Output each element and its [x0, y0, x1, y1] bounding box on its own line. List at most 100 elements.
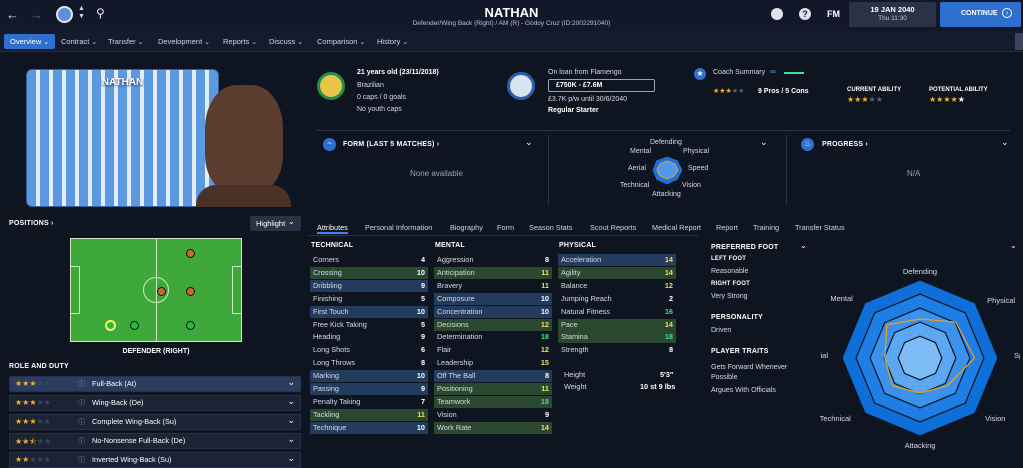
- attribute-row[interactable]: Determination 18: [434, 331, 552, 343]
- loan-text[interactable]: On loan from Flamengo: [548, 69, 622, 76]
- attribute-row[interactable]: Corners 4: [310, 254, 428, 266]
- progress-title[interactable]: PROGRESS ›: [822, 141, 868, 148]
- attribute-row[interactable]: Bravery 11: [434, 280, 552, 292]
- attribute-row[interactable]: Flair 12: [434, 344, 552, 356]
- nav-discuss[interactable]: Discuss: [263, 34, 309, 49]
- nav-overview[interactable]: Overview: [4, 34, 56, 49]
- chevron-down-icon[interactable]: ⌄: [800, 241, 807, 250]
- attribute-row[interactable]: Concentration 10: [434, 305, 552, 318]
- attribute-row[interactable]: Strength 8: [558, 344, 676, 356]
- position-dot-dr[interactable]: [105, 320, 116, 331]
- football-icon[interactable]: [771, 8, 783, 20]
- role-row[interactable]: ★★★★★ ⓘ Complete Wing-Back (Su) ⌄: [9, 414, 301, 430]
- info-icon[interactable]: ⓘ: [78, 436, 85, 446]
- attribute-row[interactable]: Composure 10: [434, 292, 552, 305]
- attribute-name: Aggression: [437, 255, 474, 264]
- info-icon[interactable]: ⓘ: [78, 379, 85, 389]
- attribute-row[interactable]: Work Rate 14: [434, 421, 552, 434]
- coach-summary-title[interactable]: Coach Summary: [713, 69, 765, 76]
- nav-history[interactable]: History: [371, 34, 414, 49]
- attribute-row[interactable]: Natural Fitness 16: [558, 306, 676, 318]
- attribute-name: Teamwork: [437, 396, 471, 406]
- attribute-row[interactable]: Off The Ball 8: [434, 370, 552, 383]
- attribute-row[interactable]: Tackling 11: [310, 408, 428, 421]
- attribute-row[interactable]: Jumping Reach 2: [558, 293, 676, 305]
- position-dot-wbr[interactable]: [157, 287, 166, 296]
- attribute-row[interactable]: Teamwork 18: [434, 395, 552, 408]
- attribute-row[interactable]: Dribbling 9: [310, 279, 428, 292]
- role-row[interactable]: ★★★★★ ⓘ Wing-Back (De) ⌄: [9, 395, 301, 411]
- chevron-down-icon[interactable]: ⌄: [525, 137, 533, 148]
- positions-title[interactable]: POSITIONS ›: [9, 220, 54, 227]
- info-icon[interactable]: ⓘ: [78, 455, 85, 465]
- attribute-row[interactable]: Heading 9: [310, 331, 428, 343]
- nav-comparison[interactable]: Comparison: [311, 34, 371, 49]
- tab-season-stats[interactable]: Season Stats: [529, 222, 572, 234]
- attribute-row[interactable]: Technique 10: [310, 421, 428, 434]
- attribute-value: 11: [417, 409, 425, 419]
- attribute-row[interactable]: Acceleration 14: [558, 254, 676, 266]
- info-icon[interactable]: ⓘ: [78, 398, 85, 408]
- form-title[interactable]: FORM (LAST 5 MATCHES) ›: [343, 141, 439, 148]
- attribute-row[interactable]: First Touch 10: [310, 305, 428, 318]
- position-dot-dcr[interactable]: [130, 321, 139, 330]
- attribute-row[interactable]: Vision 9: [434, 409, 552, 421]
- tab-report[interactable]: Report: [716, 222, 738, 234]
- chevron-down-icon[interactable]: ⌄: [1010, 241, 1017, 250]
- tab-training[interactable]: Training: [753, 222, 779, 234]
- tab-scout-reports[interactable]: Scout Reports: [590, 222, 636, 234]
- continue-label: CONTINUE: [961, 10, 998, 17]
- scroll-handle[interactable]: [1015, 33, 1023, 50]
- help-icon[interactable]: ?: [799, 8, 811, 20]
- attribute-row[interactable]: Agility 14: [558, 266, 676, 279]
- chevron-down-icon[interactable]: ⌄: [760, 137, 768, 148]
- club-crest-icon[interactable]: [507, 72, 535, 100]
- attribute-row[interactable]: Crossing 10: [310, 266, 428, 279]
- chevron-down-icon[interactable]: ⌄: [1001, 137, 1009, 148]
- attribute-radar-chart[interactable]: Defending Physical Speed Vision Attacking Tec…: [820, 258, 1020, 458]
- form-icon: ~: [323, 138, 336, 151]
- attribute-row[interactable]: Decisions 12: [434, 318, 552, 331]
- nav-reports[interactable]: Reports: [217, 34, 263, 49]
- attribute-row[interactable]: Aggression 8: [434, 254, 552, 266]
- attribute-row[interactable]: Long Throws 8: [310, 357, 428, 369]
- nav-transfer[interactable]: Transfer: [102, 34, 149, 49]
- position-dot-amr[interactable]: [186, 249, 195, 258]
- fm-menu-button[interactable]: FM: [827, 9, 840, 19]
- attribute-row[interactable]: Finishing 5: [310, 293, 428, 305]
- attribute-row[interactable]: Long Shots 6: [310, 344, 428, 356]
- info-icon[interactable]: ⓘ: [78, 417, 85, 427]
- attribute-row[interactable]: Marking 10: [310, 370, 428, 383]
- attribute-value: 16: [664, 306, 673, 316]
- attribute-row[interactable]: Leadership 15: [434, 357, 552, 369]
- nationality-text[interactable]: Brazilian: [357, 82, 384, 89]
- nav-development[interactable]: Development: [152, 34, 216, 49]
- coach-stars: ★★★★★: [713, 88, 745, 95]
- tab-form[interactable]: Form: [497, 222, 514, 234]
- tab-attributes[interactable]: Attributes: [317, 222, 348, 234]
- attribute-value: 15: [540, 358, 549, 368]
- attribute-row[interactable]: Penalty Taking 7: [310, 396, 428, 408]
- attribute-row[interactable]: Stamina 18: [558, 331, 676, 344]
- role-row[interactable]: ★★⯪★★ ⓘ No-Nonsense Full-Back (De) ⌄: [9, 433, 301, 449]
- role-row[interactable]: ★★★★★ ⓘ Full-Back (At) ⌄: [9, 376, 301, 392]
- attribute-row[interactable]: Free Kick Taking 5: [310, 319, 428, 331]
- nav-contract[interactable]: Contract: [55, 34, 103, 49]
- tab-transfer-status[interactable]: Transfer Status: [795, 222, 845, 234]
- tab-biography[interactable]: Biography: [450, 222, 483, 234]
- attribute-value: 8: [544, 371, 549, 381]
- attribute-row[interactable]: Positioning 11: [434, 383, 552, 395]
- position-dot-dcl[interactable]: [186, 321, 195, 330]
- player-traits-title: PLAYER TRAITS: [711, 348, 769, 355]
- attribute-row[interactable]: Anticipation 11: [434, 266, 552, 279]
- tab-personal-information[interactable]: Personal Information: [365, 222, 432, 234]
- attribute-row[interactable]: Passing 9: [310, 383, 428, 395]
- attribute-row[interactable]: Pace 14: [558, 318, 676, 331]
- attribute-row[interactable]: Balance 12: [558, 280, 676, 292]
- potential-ability-label: POTENTIAL ABILITY: [929, 87, 988, 93]
- tab-medical-report[interactable]: Medical Report: [652, 222, 701, 234]
- attribute-value: 14: [664, 267, 673, 277]
- attribute-value: 10: [540, 293, 549, 303]
- attribute-name: Flair: [437, 345, 452, 355]
- position-dot-mr[interactable]: [186, 287, 195, 296]
